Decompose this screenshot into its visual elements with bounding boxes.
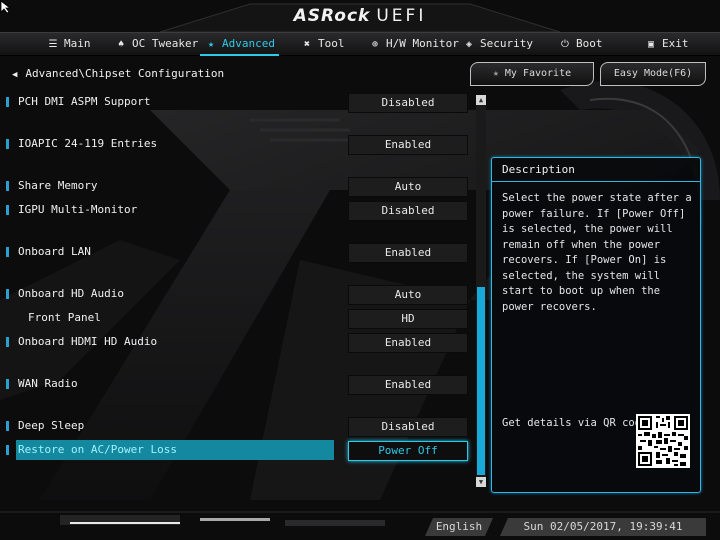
description-title: Description: [492, 158, 700, 182]
breadcrumb-path: Advanced\Chipset Configuration: [25, 67, 225, 80]
setting-row-deep-sleep[interactable]: Deep Sleep Disabled: [0, 416, 470, 437]
monitor-icon: ⊕: [371, 39, 379, 50]
setting-label: Onboard LAN: [18, 245, 91, 258]
my-favorite-button[interactable]: ★ My Favorite: [470, 62, 594, 86]
row-bullet: [6, 181, 9, 191]
setting-label: WAN Radio: [18, 377, 78, 390]
tab-advanced-label: Advanced: [222, 37, 275, 50]
tab-oc-tweaker-label: OC Tweaker: [132, 37, 199, 50]
tools-icon: ✖: [303, 39, 311, 50]
row-bullet: [6, 289, 9, 299]
setting-label: Front Panel: [28, 311, 101, 324]
setting-value[interactable]: Enabled: [348, 333, 468, 353]
back-arrow-icon[interactable]: ◀: [12, 70, 17, 80]
setting-value[interactable]: Enabled: [348, 375, 468, 395]
settings-scrollbar[interactable]: ▲ ▼: [476, 95, 486, 487]
setting-row-share-memory[interactable]: Share Memory Auto: [0, 176, 470, 197]
brand-logo: ASRock UEFI: [0, 6, 720, 26]
tab-security[interactable]: ◈ Security: [462, 36, 533, 52]
setting-label: Onboard HDMI HD Audio: [18, 335, 158, 348]
tab-advanced[interactable]: ★ Advanced: [200, 36, 279, 56]
my-favorite-label: My Favorite: [504, 68, 572, 79]
flame-icon: ♠: [117, 39, 125, 50]
setting-label: Deep Sleep: [18, 419, 85, 432]
setting-value[interactable]: Auto: [348, 285, 468, 305]
star-icon: ★: [492, 68, 499, 79]
setting-row-ioapic[interactable]: IOAPIC 24-119 Entries Enabled: [0, 134, 470, 155]
setting-row-igpu-multi-monitor[interactable]: IGPU Multi-Monitor Disabled: [0, 200, 470, 221]
setting-value[interactable]: Enabled: [348, 243, 468, 263]
power-icon: ⏻: [561, 39, 569, 50]
setting-value[interactable]: Auto: [348, 177, 468, 197]
row-bullet: [6, 379, 9, 389]
row-bullet: [6, 97, 9, 107]
tab-boot-label: Boot: [576, 37, 603, 50]
breadcrumb[interactable]: ◀ Advanced\Chipset Configuration: [12, 67, 224, 80]
tab-tool-label: Tool: [318, 37, 345, 50]
tab-oc-tweaker[interactable]: ♠ OC Tweaker: [114, 36, 198, 52]
mouse-cursor-icon: [0, 0, 12, 14]
tab-main-label: Main: [64, 37, 91, 50]
setting-row-restore-on-ac-power-loss[interactable]: Restore on AC/Power Loss Power Off: [0, 440, 470, 461]
setting-row-onboard-hd-audio[interactable]: Onboard HD Audio Auto: [0, 284, 470, 305]
setting-label: Onboard HD Audio: [18, 287, 124, 300]
scroll-down-arrow-icon[interactable]: ▼: [476, 477, 486, 487]
setting-row-onboard-lan[interactable]: Onboard LAN Enabled: [0, 242, 470, 263]
qr-code-label: Get details via QR code: [502, 417, 648, 429]
shield-icon: ◈: [465, 39, 473, 50]
qr-code-icon: [636, 414, 690, 468]
easy-mode-label: Easy Mode(F6): [613, 68, 693, 79]
title-bar: ASRock UEFI: [0, 0, 720, 32]
setting-row-pch-dmi-aspm[interactable]: PCH DMI ASPM Support Disabled: [0, 92, 470, 113]
scroll-thumb[interactable]: [477, 287, 485, 475]
setting-value[interactable]: Disabled: [348, 93, 468, 113]
setting-row-wan-radio[interactable]: WAN Radio Enabled: [0, 374, 470, 395]
easy-mode-button[interactable]: Easy Mode(F6): [600, 62, 706, 86]
row-bullet: [6, 337, 9, 347]
tab-security-label: Security: [480, 37, 533, 50]
language-selector[interactable]: English: [425, 518, 493, 536]
tab-tool[interactable]: ✖ Tool: [300, 36, 345, 52]
setting-label: IOAPIC 24-119 Entries: [18, 137, 158, 150]
product-name: UEFI: [376, 6, 427, 26]
setting-value[interactable]: HD: [348, 309, 468, 329]
scroll-up-arrow-icon[interactable]: ▲: [476, 95, 486, 105]
row-bullet: [6, 445, 9, 455]
description-text: Select the power state after a power fai…: [502, 192, 692, 313]
setting-row-onboard-hdmi-hd-audio[interactable]: Onboard HDMI HD Audio Enabled: [0, 332, 470, 353]
setting-value[interactable]: Power Off: [348, 441, 468, 461]
setting-value[interactable]: Enabled: [348, 135, 468, 155]
main-menu-bar: ☰ Main ♠ OC Tweaker ★ Advanced ✖ Tool ⊕ H/W M…: [0, 32, 720, 56]
setting-label: IGPU Multi-Monitor: [18, 203, 138, 216]
row-bullet: [6, 205, 9, 215]
tab-exit[interactable]: ▣ Exit: [644, 36, 689, 52]
tab-hw-monitor-label: H/W Monitor: [386, 37, 459, 50]
row-bullet: [6, 421, 9, 431]
tab-main[interactable]: ☰ Main: [46, 36, 91, 52]
setting-value[interactable]: Disabled: [348, 201, 468, 221]
setting-label: Restore on AC/Power Loss: [18, 443, 177, 456]
tab-exit-label: Exit: [662, 37, 689, 50]
description-panel: Description Select the power state after…: [491, 157, 701, 493]
tab-hw-monitor[interactable]: ⊕ H/W Monitor: [368, 36, 459, 52]
setting-label: PCH DMI ASPM Support: [18, 95, 151, 108]
setting-row-front-panel[interactable]: Front Panel HD: [0, 308, 470, 329]
brand-name: ASRock: [293, 6, 371, 26]
setting-label: Share Memory: [18, 179, 98, 192]
status-bar: English Sun 02/05/2017, 19:39:41: [0, 512, 720, 540]
setting-value[interactable]: Disabled: [348, 417, 468, 437]
exit-icon: ▣: [647, 39, 655, 50]
row-bullet: [6, 139, 9, 149]
row-bullet: [6, 247, 9, 257]
star-icon: ★: [207, 39, 215, 50]
system-datetime: Sun 02/05/2017, 19:39:41: [500, 518, 706, 536]
tab-boot[interactable]: ⏻ Boot: [558, 36, 603, 52]
list-icon: ☰: [48, 39, 58, 50]
